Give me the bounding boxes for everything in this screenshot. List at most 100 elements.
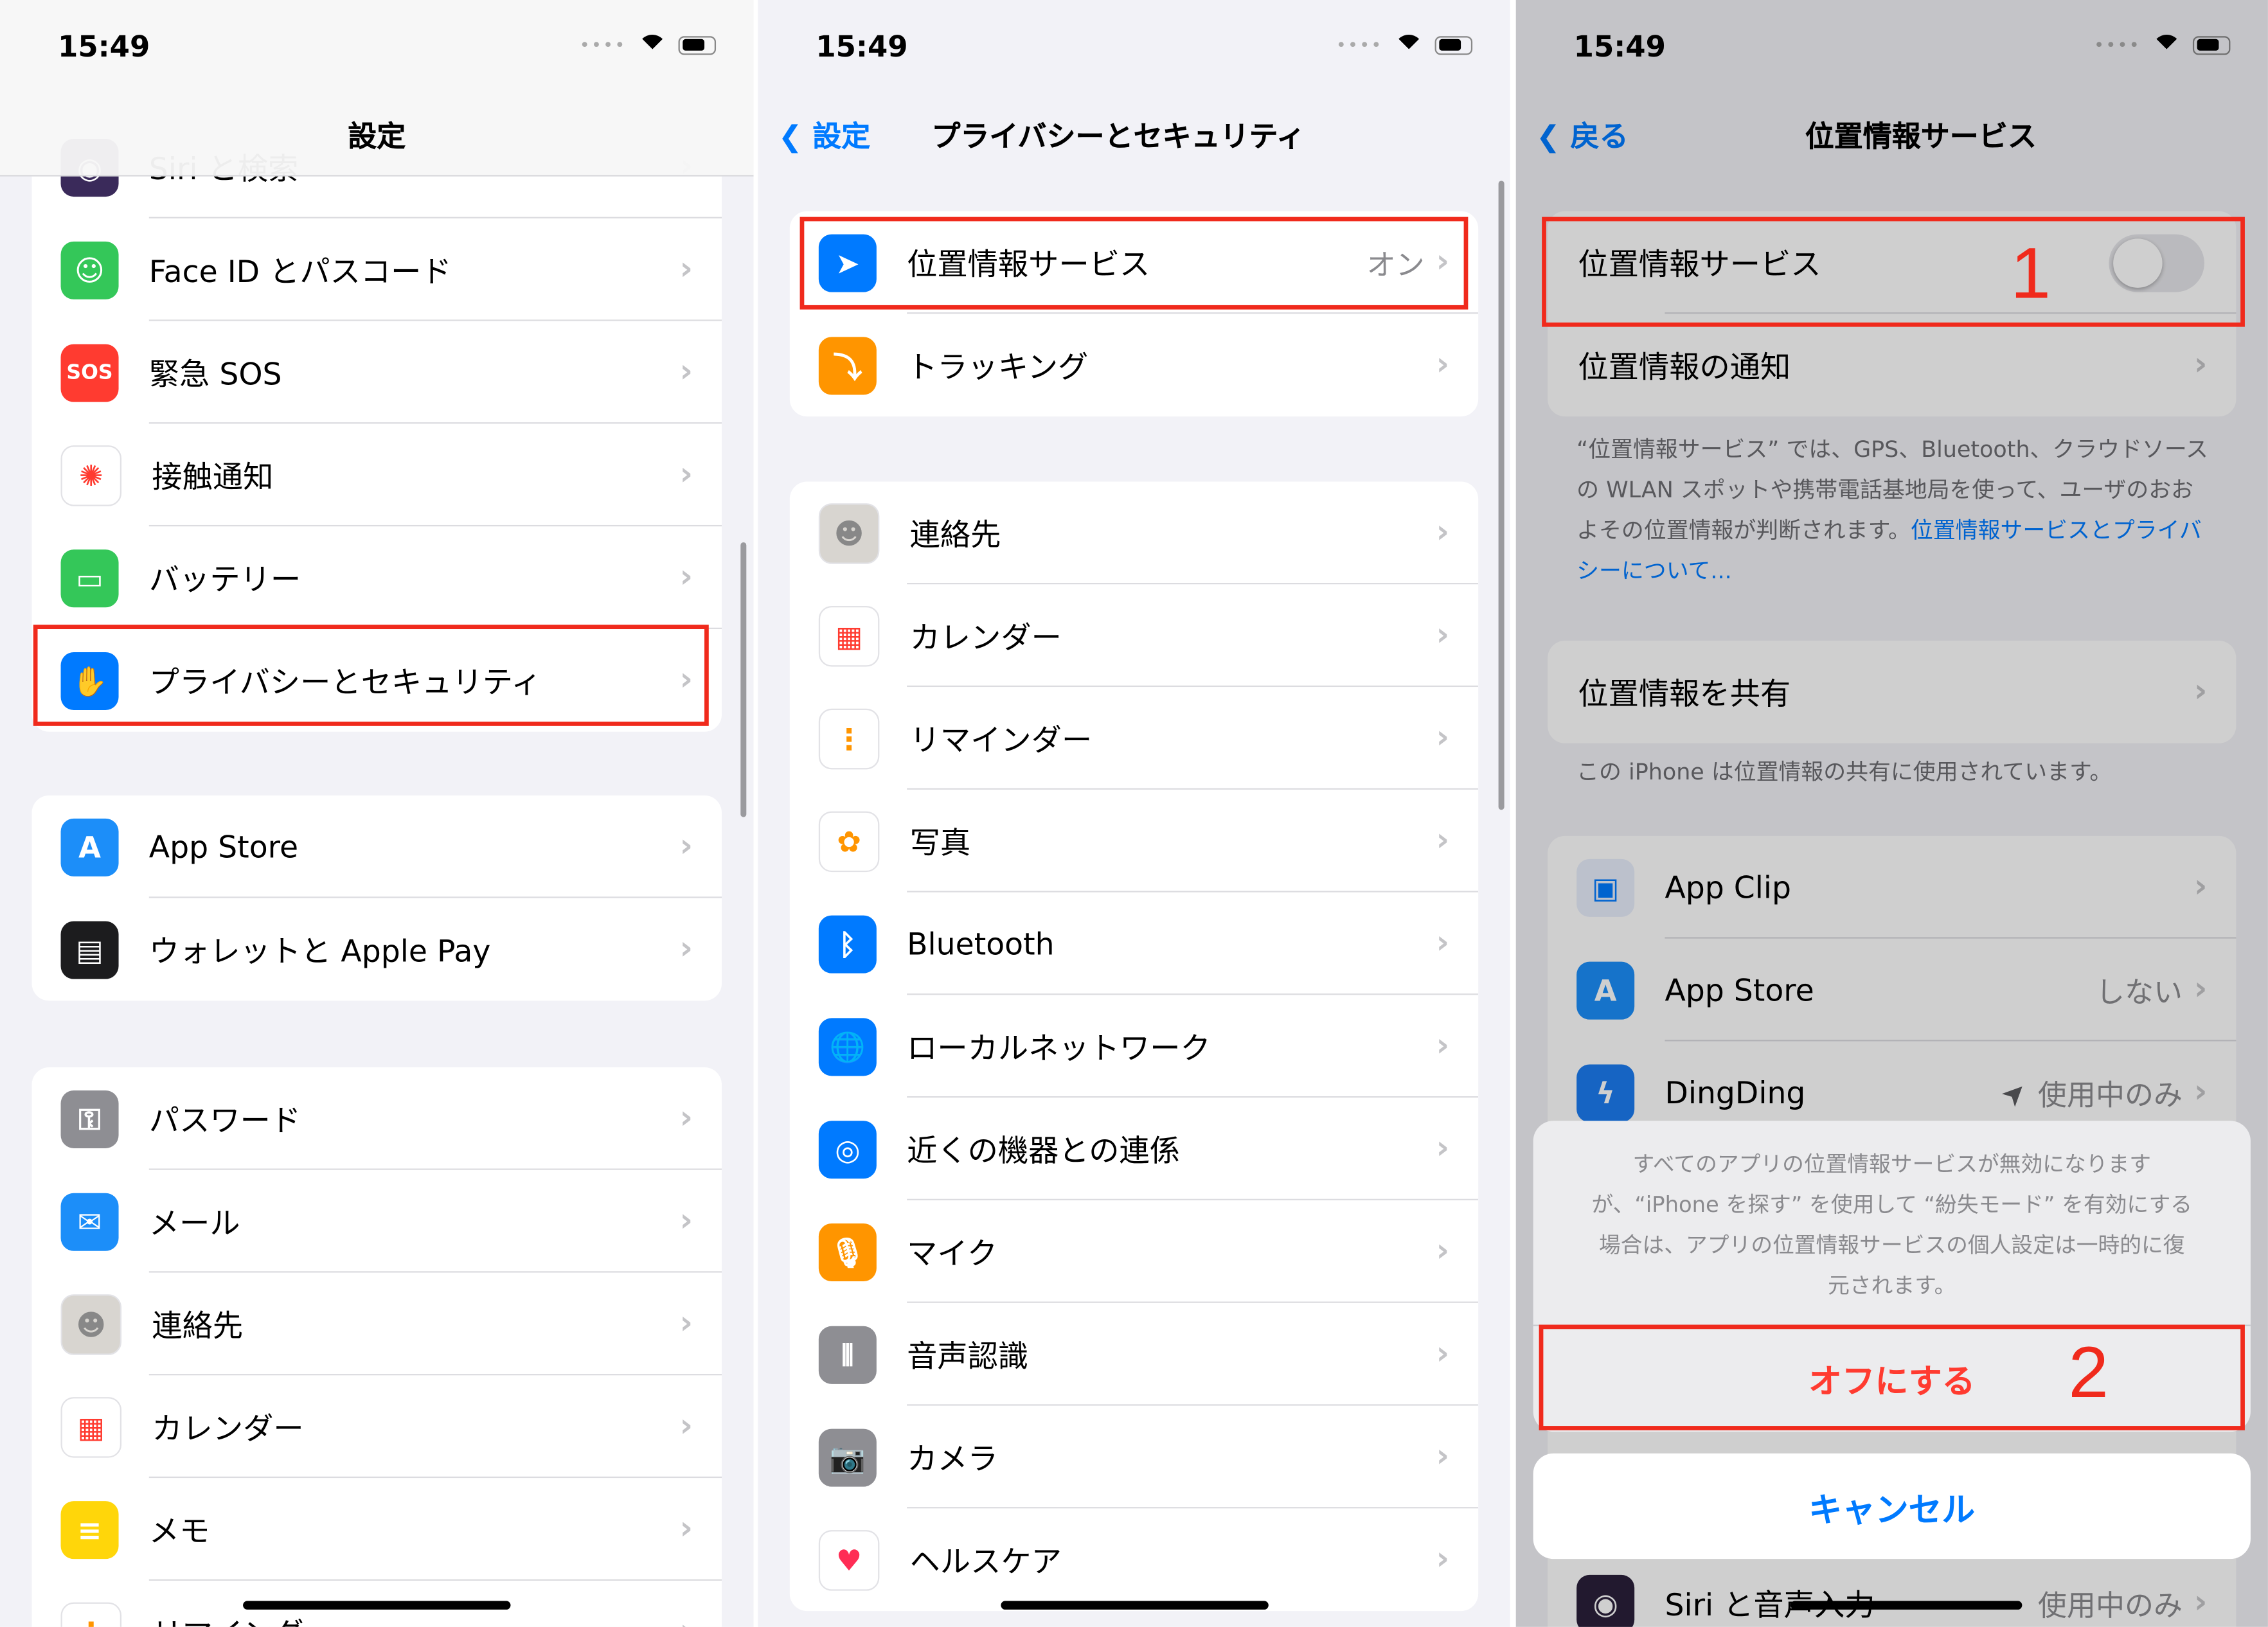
highlight-privacy	[33, 625, 709, 726]
list-item[interactable]: ᛒ Bluetooth ›	[790, 893, 1479, 995]
list-item[interactable]: 🎙 マイク ›	[790, 1200, 1479, 1303]
location-services-screen: ❮ 戻る 位置情報サービス 位置情報サービス 位置情報の通知 › “位置情報サービ…	[1515, 0, 2268, 1627]
chevron-right-icon: ›	[1436, 1130, 1450, 1168]
chevron-right-icon: ›	[679, 1100, 693, 1137]
list-item[interactable]: ⦀ 音声認識 ›	[790, 1303, 1479, 1406]
reminders-icon: ⋮	[818, 707, 880, 769]
exposure-icon: ✺	[60, 445, 122, 506]
chevron-right-icon: ›	[679, 559, 693, 596]
row-label: Face ID とパスコード	[148, 253, 452, 289]
cancel-button[interactable]: キャンセル	[1533, 1453, 2251, 1560]
row-label: リマインダー	[152, 1610, 679, 1627]
chevron-right-icon: ›	[680, 1614, 693, 1627]
row-label: メール	[148, 1205, 240, 1240]
list-item[interactable]: ⚿ パスワード ›	[32, 1067, 722, 1170]
chevron-right-icon: ›	[679, 1511, 693, 1548]
chevron-right-icon: ›	[679, 251, 693, 288]
nearby-icon: ◎	[818, 1120, 877, 1178]
row-label: リマインダー	[909, 722, 1093, 758]
status-time: 15:49	[816, 29, 908, 64]
list-item[interactable]: ☻ 連絡先 ›	[790, 481, 1479, 585]
wifi-icon	[1394, 35, 1424, 64]
mail-icon: ✉	[60, 1192, 119, 1250]
row-label: 緊急 SOS	[148, 356, 282, 391]
row-label: 接触通知	[152, 459, 274, 494]
list-item[interactable]: ☺ Face ID とパスコード ›	[32, 218, 722, 321]
chevron-right-icon: ›	[1436, 515, 1450, 551]
chevron-right-icon: ›	[1436, 618, 1450, 654]
home-indicator	[1001, 1601, 1269, 1610]
status-time: 15:49	[58, 29, 150, 64]
list-item[interactable]: ▦ カレンダー ›	[32, 1375, 722, 1479]
list-item[interactable]: SOS 緊急 SOS ›	[32, 321, 722, 424]
row-label: 写真	[909, 824, 971, 860]
bluetooth-icon: ᛒ	[818, 914, 877, 973]
chevron-right-icon: ›	[1436, 1336, 1450, 1373]
row-label: カメラ	[907, 1441, 998, 1476]
highlight-step-2	[1539, 1324, 2245, 1430]
calendar-icon: ▦	[818, 605, 880, 666]
list-item[interactable]: A App Store ›	[32, 796, 722, 898]
row-label: 連絡先	[152, 1308, 244, 1343]
list-item[interactable]: ⤵ トラッキング ›	[790, 314, 1478, 416]
chevron-right-icon: ›	[1436, 1439, 1450, 1475]
back-button[interactable]: ❮ 設定	[778, 113, 870, 155]
chevron-right-icon: ›	[679, 1306, 693, 1342]
list-item[interactable]: ≡ メモ ›	[32, 1478, 722, 1581]
chevron-right-icon: ›	[679, 931, 693, 968]
globe-icon: 🌐	[818, 1017, 877, 1076]
contacts-icon: ☻	[60, 1294, 122, 1355]
face-id-icon: ☺	[60, 240, 119, 299]
step-1-label: 1	[2010, 233, 2051, 314]
settings-group: ⚿パスワード›✉メール›☻連絡先›▦カレンダー›≡メモ›⋮リマインダー›	[31, 1067, 722, 1627]
settings-screen: ◉Siri と検索›☺Face ID とパスコード›SOS緊急 SOS›✺接触通…	[0, 0, 754, 1627]
camera-icon: 📷	[818, 1428, 877, 1486]
chevron-right-icon: ›	[679, 1409, 693, 1445]
list-item[interactable]: ✺ 接触通知 ›	[32, 423, 722, 527]
photos-icon: ✿	[818, 810, 880, 871]
chevron-right-icon: ›	[679, 354, 693, 391]
battery-status-icon	[1434, 35, 1473, 55]
row-label: ヘルスケア	[909, 1543, 1062, 1579]
settings-group: A App Store › ▤ ウォレットと Apple Pay ›	[31, 795, 722, 1001]
signal-icon: ••••	[579, 35, 627, 55]
chevron-right-icon: ›	[679, 1203, 693, 1240]
list-item[interactable]: ✉ メール ›	[32, 1170, 722, 1273]
chevron-right-icon: ›	[1436, 822, 1450, 859]
list-item[interactable]: ◎ 近くの機器との連係 ›	[790, 1098, 1479, 1200]
highlight-location-services	[799, 217, 1469, 310]
list-item[interactable]: 📷 カメラ ›	[790, 1406, 1479, 1509]
step-2-label: 2	[2068, 1331, 2109, 1413]
home-indicator	[243, 1601, 511, 1610]
scrollbar[interactable]	[740, 542, 747, 817]
wallet-icon: ▤	[60, 920, 119, 979]
signal-icon: ••••	[1335, 35, 1383, 55]
row-label: メモ	[148, 1513, 210, 1549]
health-icon: ♥	[818, 1529, 880, 1590]
row-label: 音声認識	[907, 1338, 1029, 1373]
microphone-icon: 🎙	[818, 1222, 877, 1281]
privacy-screen: ➤ 位置情報サービス オン › ⤵ トラッキング › ☻ 連絡先 › ▦ カレンダー › ⋮ リマインダー ›…	[758, 0, 1510, 1627]
scrollbar[interactable]	[1498, 181, 1505, 810]
list-item[interactable]: 🌐 ローカルネットワーク ›	[790, 995, 1479, 1098]
chevron-right-icon: ›	[1436, 1028, 1450, 1065]
list-item[interactable]: ⋮ リマインダー ›	[790, 687, 1479, 790]
list-item[interactable]: ▭ バッテリー ›	[32, 526, 722, 630]
chevron-left-icon: ❮	[778, 118, 813, 154]
chevron-right-icon: ›	[1436, 720, 1450, 757]
settings-group: ☻ 連絡先 › ▦ カレンダー › ⋮ リマインダー › ✿ 写真 › ᛒ Bluetooth › 🌐 ローカル…	[789, 481, 1479, 1612]
list-item[interactable]: ☻ 連絡先 ›	[32, 1273, 722, 1376]
row-label: ローカルネットワーク	[907, 1030, 1211, 1065]
list-item[interactable]: ♥ ヘルスケア ›	[790, 1508, 1478, 1611]
row-label: バッテリー	[148, 562, 301, 597]
list-item[interactable]: ▤ ウォレットと Apple Pay ›	[32, 898, 722, 1001]
status-bar: 15:49 ••••	[0, 26, 754, 70]
calendar-icon: ▦	[60, 1396, 122, 1457]
chevron-right-icon: ›	[1436, 347, 1450, 384]
action-sheet-message: すべてのアプリの位置情報サービスが無効になりますが、“iPhone を探す” を…	[1533, 1121, 2251, 1326]
chevron-right-icon: ›	[1436, 1542, 1450, 1578]
sos-icon: SOS	[60, 343, 119, 402]
list-item[interactable]: ▦ カレンダー ›	[790, 584, 1479, 688]
list-item[interactable]: ✿ 写真 ›	[790, 790, 1479, 893]
chevron-right-icon: ›	[1436, 925, 1450, 962]
